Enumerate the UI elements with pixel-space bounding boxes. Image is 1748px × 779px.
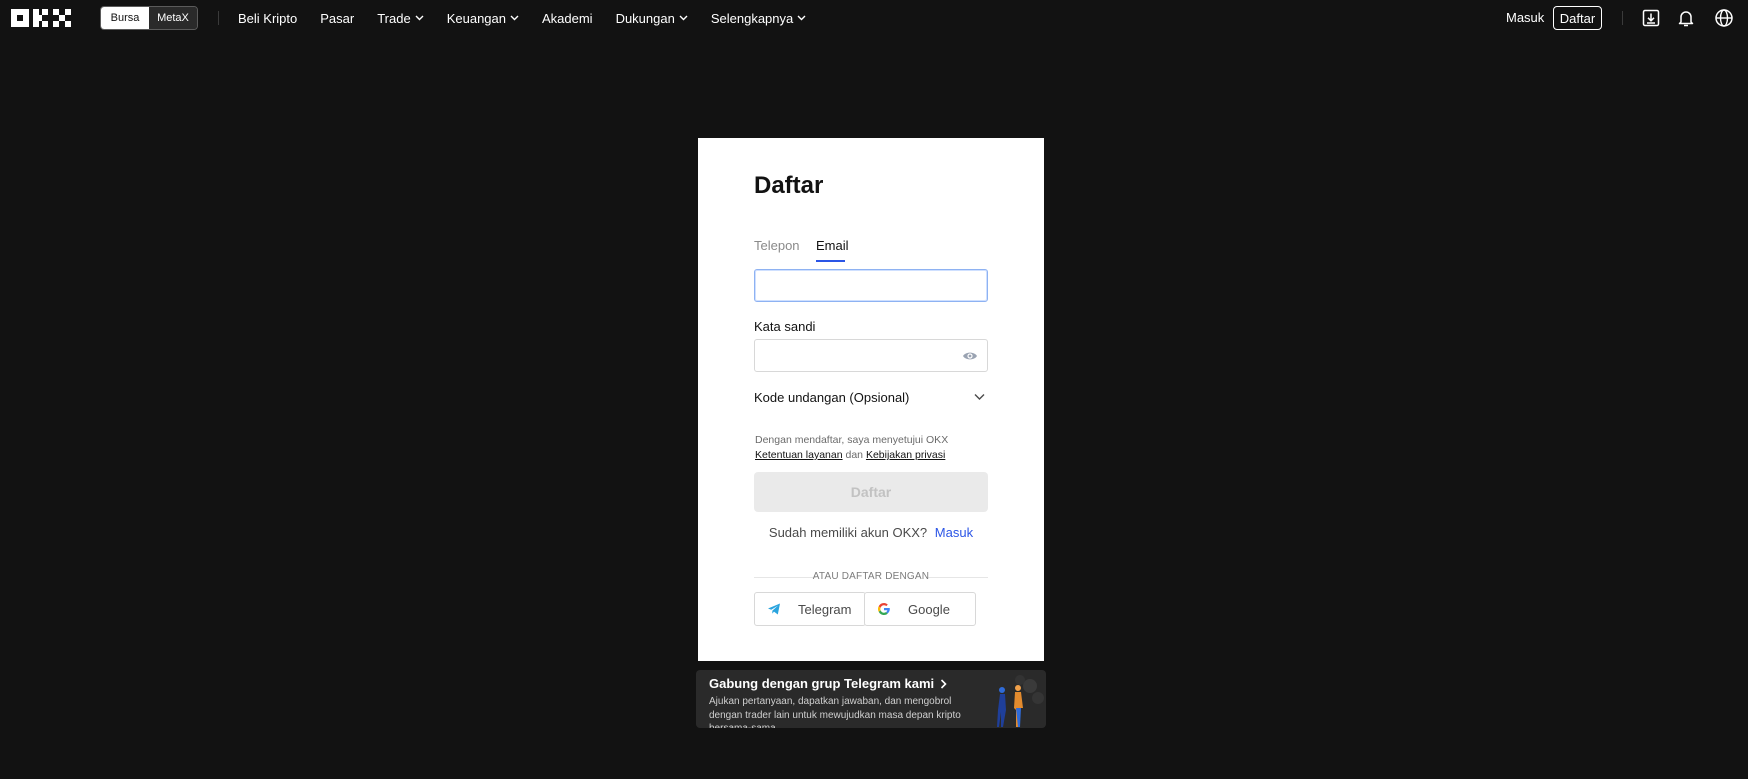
chevron-down-icon [415, 15, 424, 21]
terms-of-service-link[interactable]: Ketentuan layanan [755, 449, 843, 461]
main-menu: Beli Kripto Pasar Trade Keuangan Akademi… [238, 0, 829, 36]
email-input[interactable] [754, 269, 988, 302]
google-signup-button[interactable]: Google [864, 592, 976, 626]
okx-logo[interactable] [11, 9, 78, 27]
menu-item-beli-kripto[interactable]: Beli Kripto [238, 11, 297, 26]
telegram-signup-button[interactable]: Telegram [754, 592, 866, 626]
download-icon[interactable] [1641, 8, 1661, 28]
menu-item-label: Keuangan [446, 10, 506, 26]
active-tab-indicator [816, 260, 845, 262]
password-input[interactable] [754, 339, 988, 372]
chevron-down-icon [510, 15, 519, 21]
submit-button[interactable]: Daftar [754, 472, 988, 512]
social-label: Google [908, 601, 950, 617]
tab-telepon[interactable]: Telepon [754, 238, 800, 253]
people-illustration-icon [997, 675, 1044, 727]
divider-label: ATAU DAFTAR DENGAN [812, 571, 930, 582]
terms-and: dan [845, 449, 864, 461]
menu-item-keuangan[interactable]: Keuangan [447, 11, 519, 26]
banner-title-text: Gabung dengan grup Telegram kami [709, 676, 935, 691]
menu-item-label: Dukungan [615, 10, 675, 26]
page-title: Daftar [754, 172, 824, 199]
bell-icon[interactable] [1676, 8, 1696, 28]
signup-card: Daftar Telepon Email Kata sandi Kode und… [698, 138, 1044, 661]
login-link[interactable]: Masuk [935, 525, 973, 540]
mode-tab-metax[interactable]: MetaX [149, 7, 197, 29]
mode-switch: Bursa MetaX [100, 6, 198, 30]
menu-item-label: Selengkapnya [710, 10, 794, 26]
login-link[interactable]: Masuk [1506, 10, 1544, 25]
menu-item-label: Pasar [320, 10, 355, 26]
password-label: Kata sandi [754, 319, 816, 334]
menu-item-akademi[interactable]: Akademi [542, 11, 593, 26]
nav-divider [1622, 11, 1623, 25]
tab-email[interactable]: Email [816, 238, 849, 253]
have-account-row: Sudah memiliki akun OKX? Masuk [698, 525, 1044, 540]
terms-text: Dengan mendaftar, saya menyetujui OKX Ke… [755, 433, 995, 463]
terms-prefix: Dengan mendaftar, saya menyetujui OKX [755, 434, 949, 446]
eye-icon[interactable] [962, 348, 978, 364]
social-label: Telegram [798, 601, 852, 617]
signup-button[interactable]: Daftar [1553, 6, 1602, 30]
mode-tab-bursa[interactable]: Bursa [101, 7, 149, 29]
top-nav: Bursa MetaX Beli Kripto Pasar Trade Keua… [0, 0, 1748, 36]
telegram-icon [768, 603, 780, 615]
menu-item-dukungan[interactable]: Dukungan [616, 11, 688, 26]
globe-icon[interactable] [1714, 8, 1734, 28]
have-account-text: Sudah memiliki akun OKX? [768, 525, 928, 540]
chevron-down-icon [797, 15, 806, 21]
google-icon [878, 603, 890, 615]
nav-divider [218, 11, 219, 25]
invite-code-toggle[interactable]: Kode undangan (Opsional) [754, 390, 909, 405]
menu-item-label: Beli Kripto [238, 10, 298, 26]
menu-item-label: Akademi [541, 10, 593, 26]
telegram-banner[interactable]: Gabung dengan grup Telegram kami Ajukan … [696, 670, 1046, 728]
chevron-right-icon [941, 678, 947, 689]
chevron-down-icon[interactable] [974, 393, 985, 401]
chevron-down-icon [679, 15, 688, 21]
menu-item-selengkapnya[interactable]: Selengkapnya [711, 11, 806, 26]
banner-description: Ajukan pertanyaan, dapatkan jawaban, dan… [709, 696, 961, 728]
menu-item-trade[interactable]: Trade [377, 10, 424, 26]
menu-item-pasar[interactable]: Pasar [320, 11, 354, 26]
privacy-policy-link[interactable]: Kebijakan privasi [866, 449, 945, 461]
banner-title: Gabung dengan grup Telegram kami [709, 676, 947, 691]
menu-item-label: Trade [377, 10, 411, 26]
